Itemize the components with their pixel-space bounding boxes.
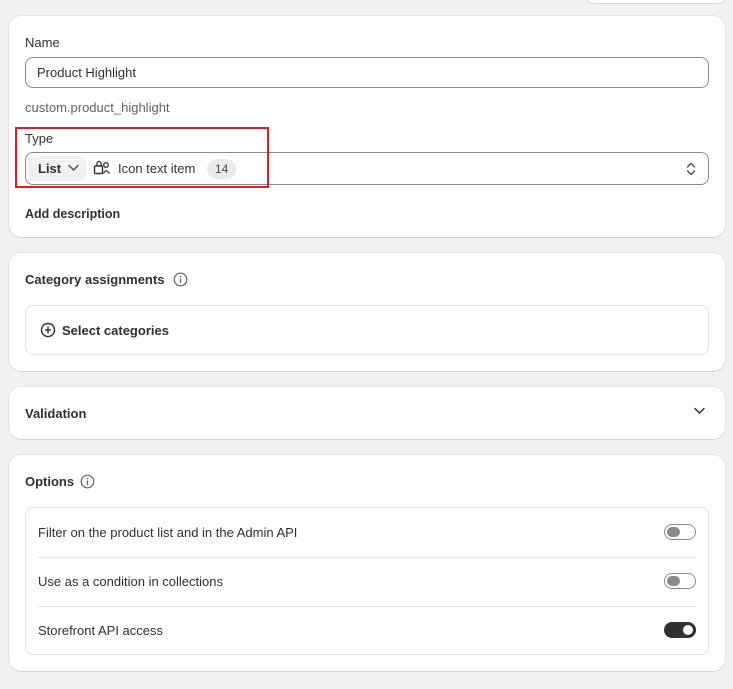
option-label: Storefront API access (38, 623, 164, 638)
metaobject-icon (93, 160, 111, 175)
select-categories-label: Select categories (62, 323, 169, 338)
option-row-storefront: Storefront API access (26, 606, 708, 655)
validation-title: Validation (25, 406, 87, 421)
chevron-down-icon[interactable] (694, 407, 705, 415)
name-label: Name (25, 35, 60, 50)
option-row-collections: Use as a condition in collections (26, 557, 708, 606)
type-count-badge: 14 (207, 159, 237, 179)
info-icon[interactable] (80, 474, 95, 489)
top-action-button-edge[interactable] (586, 0, 726, 4)
category-assignments-title: Category assignments (25, 272, 165, 287)
select-updown-icon (686, 162, 696, 176)
filter-toggle[interactable] (664, 524, 696, 540)
definition-card: Name custom.product_highlight Type List … (9, 16, 725, 237)
chevron-down-icon (68, 164, 79, 171)
storefront-api-toggle[interactable] (664, 622, 696, 638)
plus-circle-icon (40, 322, 56, 338)
namespace-key-text: custom.product_highlight (25, 100, 170, 115)
collections-condition-toggle[interactable] (664, 573, 696, 589)
type-name: Icon text item (118, 161, 196, 176)
add-description-link[interactable]: Add description (25, 207, 120, 221)
type-select[interactable]: List Icon text item 14 (25, 152, 709, 185)
options-list: Filter on the product list and in the Ad… (25, 507, 709, 655)
options-card: Options Filter on the product list and i… (9, 455, 725, 671)
name-input[interactable] (25, 57, 709, 88)
option-row-filter: Filter on the product list and in the Ad… (26, 508, 708, 557)
options-title: Options (25, 474, 75, 489)
list-type-label: List (38, 161, 62, 176)
option-label: Filter on the product list and in the Ad… (38, 525, 298, 540)
info-icon[interactable] (173, 272, 188, 287)
type-label: Type (25, 131, 54, 146)
list-type-dropdown[interactable]: List (28, 156, 86, 181)
validation-card[interactable]: Validation (9, 387, 725, 439)
option-label: Use as a condition in collections (38, 574, 223, 589)
category-assignments-card: Category assignments Select categories (9, 253, 725, 371)
select-categories-button[interactable]: Select categories (25, 305, 709, 355)
